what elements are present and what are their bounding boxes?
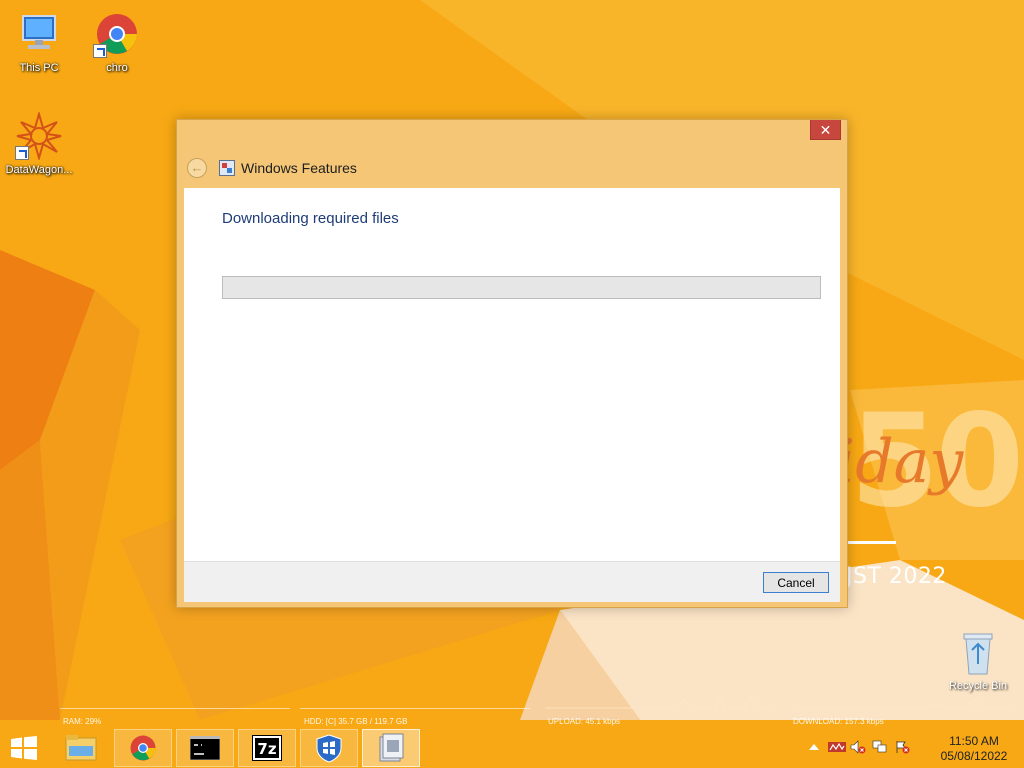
wallpaper-date-text: JST 2022 xyxy=(846,564,947,589)
chrome-icon xyxy=(93,10,141,58)
close-button[interactable]: ✕ xyxy=(810,120,841,140)
datawagon-icon xyxy=(15,110,63,162)
dialog-title: Windows Features xyxy=(241,160,357,176)
cancel-button[interactable]: Cancel xyxy=(763,572,829,593)
back-arrow-icon[interactable]: ← xyxy=(187,158,207,178)
shortcut-arrow-icon xyxy=(93,44,107,58)
desktop-icon-label: This PC xyxy=(19,62,59,74)
taskbar: 7z 11:50 AM 05/08/12022 xyxy=(0,728,1024,768)
monitor-app-icon[interactable] xyxy=(828,740,846,754)
desktop-icon-chrome[interactable]: chro xyxy=(78,10,156,74)
this-pc-icon xyxy=(15,10,63,58)
chrome-icon xyxy=(130,735,156,761)
network-icon[interactable] xyxy=(872,740,888,754)
ram-graph-line xyxy=(60,708,290,709)
taskbar-command-prompt[interactable] xyxy=(176,729,234,767)
taskbar-file-explorer[interactable] xyxy=(52,729,110,767)
ram-label: RAM: 29% xyxy=(63,717,102,726)
windows-features-icon xyxy=(379,733,404,762)
start-button[interactable] xyxy=(10,736,38,760)
clock-time: 11:50 AM xyxy=(949,734,999,748)
taskbar-chrome[interactable] xyxy=(114,729,172,767)
wallpaper-script-text: iday xyxy=(836,427,964,497)
taskbar-7zip[interactable]: 7z xyxy=(238,729,296,767)
system-tray xyxy=(806,740,910,754)
desktop-icon-label: DataWagon... xyxy=(5,164,73,176)
desktop-icon-datawagon[interactable]: DataWagon... xyxy=(0,110,78,176)
wallpaper-divider xyxy=(848,541,896,544)
7zip-icon: 7z xyxy=(252,735,282,761)
desktop-icon-label: chro xyxy=(106,62,128,74)
show-hidden-icons-icon[interactable] xyxy=(806,740,822,754)
download-progress-bar xyxy=(222,276,821,299)
command-prompt-icon xyxy=(190,736,220,760)
network-graph xyxy=(545,694,1015,709)
windows-logo-icon xyxy=(11,736,37,760)
shield-icon xyxy=(316,734,342,763)
taskbar-windows-features[interactable] xyxy=(362,729,420,767)
taskbar-windows-security[interactable] xyxy=(300,729,358,767)
svg-text:7z: 7z xyxy=(257,740,276,758)
taskbar-clock[interactable]: 11:50 AM 05/08/12022 xyxy=(934,734,1014,764)
desktop-icon-this-pc[interactable]: This PC xyxy=(0,10,78,74)
windows-features-dialog: ✕ ← Windows Features Downloading require… xyxy=(176,119,848,608)
hdd-label: HDD: [C] 35.7 GB / 119.7 GB xyxy=(304,717,408,726)
status-heading: Downloading required files xyxy=(222,210,399,227)
recycle-bin-icon xyxy=(962,630,994,676)
shortcut-arrow-icon xyxy=(15,146,29,160)
file-explorer-icon xyxy=(65,735,97,761)
hdd-graph-line xyxy=(300,708,530,709)
desktop-icon-recycle-bin[interactable]: Recycle Bin xyxy=(938,630,1018,692)
dialog-title-bar: ← Windows Features xyxy=(187,156,357,180)
dialog-content: Downloading required files xyxy=(184,188,840,561)
upload-label: UPLOAD: 45.1 kbps xyxy=(548,717,621,726)
windows-features-icon xyxy=(219,160,235,176)
volume-muted-icon[interactable] xyxy=(850,740,866,754)
action-center-icon[interactable] xyxy=(894,740,910,754)
download-label: DOWNLOAD: 157.3 kbps xyxy=(793,717,884,726)
clock-date: 05/08/12022 xyxy=(940,749,1008,763)
dialog-footer: Cancel xyxy=(184,561,840,602)
